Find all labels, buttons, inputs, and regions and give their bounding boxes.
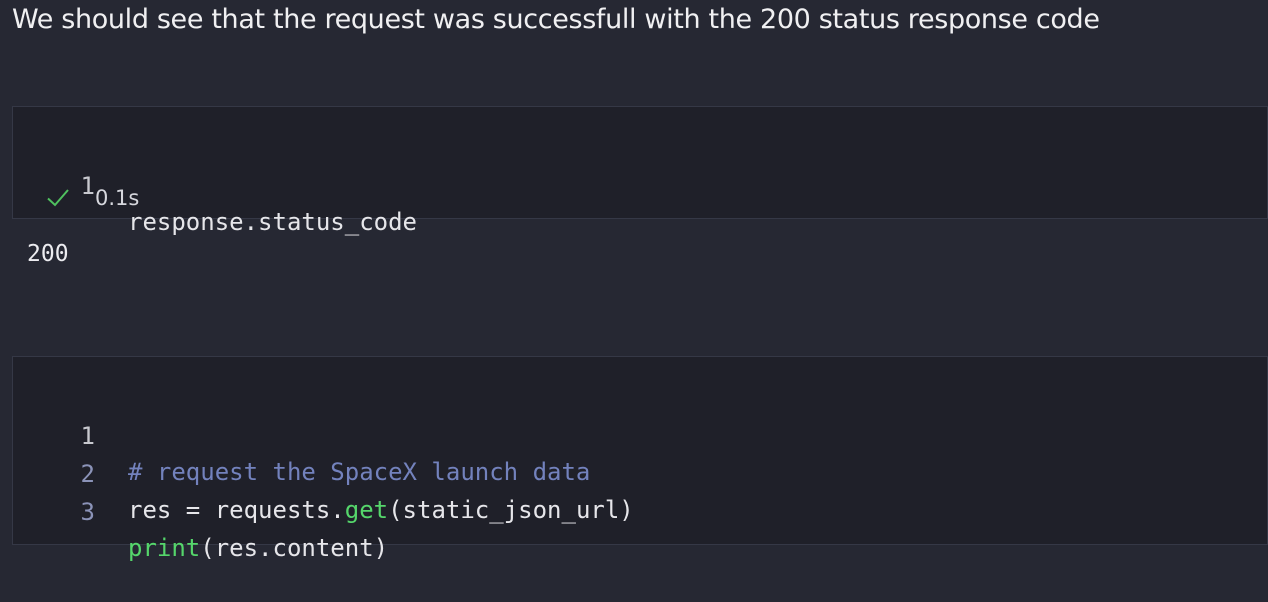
code-variable: res — [128, 496, 186, 524]
code-cell-2[interactable]: 1 # request the SpaceX launch data 2 res… — [12, 356, 1268, 562]
execution-status: 0.1s — [45, 183, 139, 213]
cell-output: 200 — [27, 241, 69, 267]
code-function: print — [128, 534, 201, 562]
code-line: 1 response.status_code — [13, 132, 1267, 236]
checkmark-icon — [47, 189, 69, 207]
code-arguments: (static_json_url) — [388, 496, 634, 524]
code-line: 1 # request the SpaceX launch data — [13, 382, 1267, 486]
code-line: 3 print(res.content) — [13, 458, 1267, 562]
code-text: res = requests.get(static_json_url) — [128, 492, 634, 528]
code-text: print(res.content) — [128, 530, 388, 566]
code-function: get — [344, 496, 389, 524]
markdown-text: We should see that the request was succe… — [12, 4, 1100, 35]
line-number: 3 — [80, 498, 95, 526]
code-cell-1[interactable]: 1 response.status_code 0.1s — [12, 106, 1268, 236]
code-object: requests. — [200, 496, 345, 524]
code-operator: = — [185, 496, 201, 524]
code-line: 2 res = requests.get(static_json_url) — [13, 420, 1267, 524]
execution-time: 0.1s — [95, 186, 140, 210]
markdown-cell[interactable]: We should see that the request was succe… — [12, 0, 1262, 50]
code-text: response.status_code — [128, 208, 417, 236]
code-arguments: (res.content) — [200, 534, 389, 562]
